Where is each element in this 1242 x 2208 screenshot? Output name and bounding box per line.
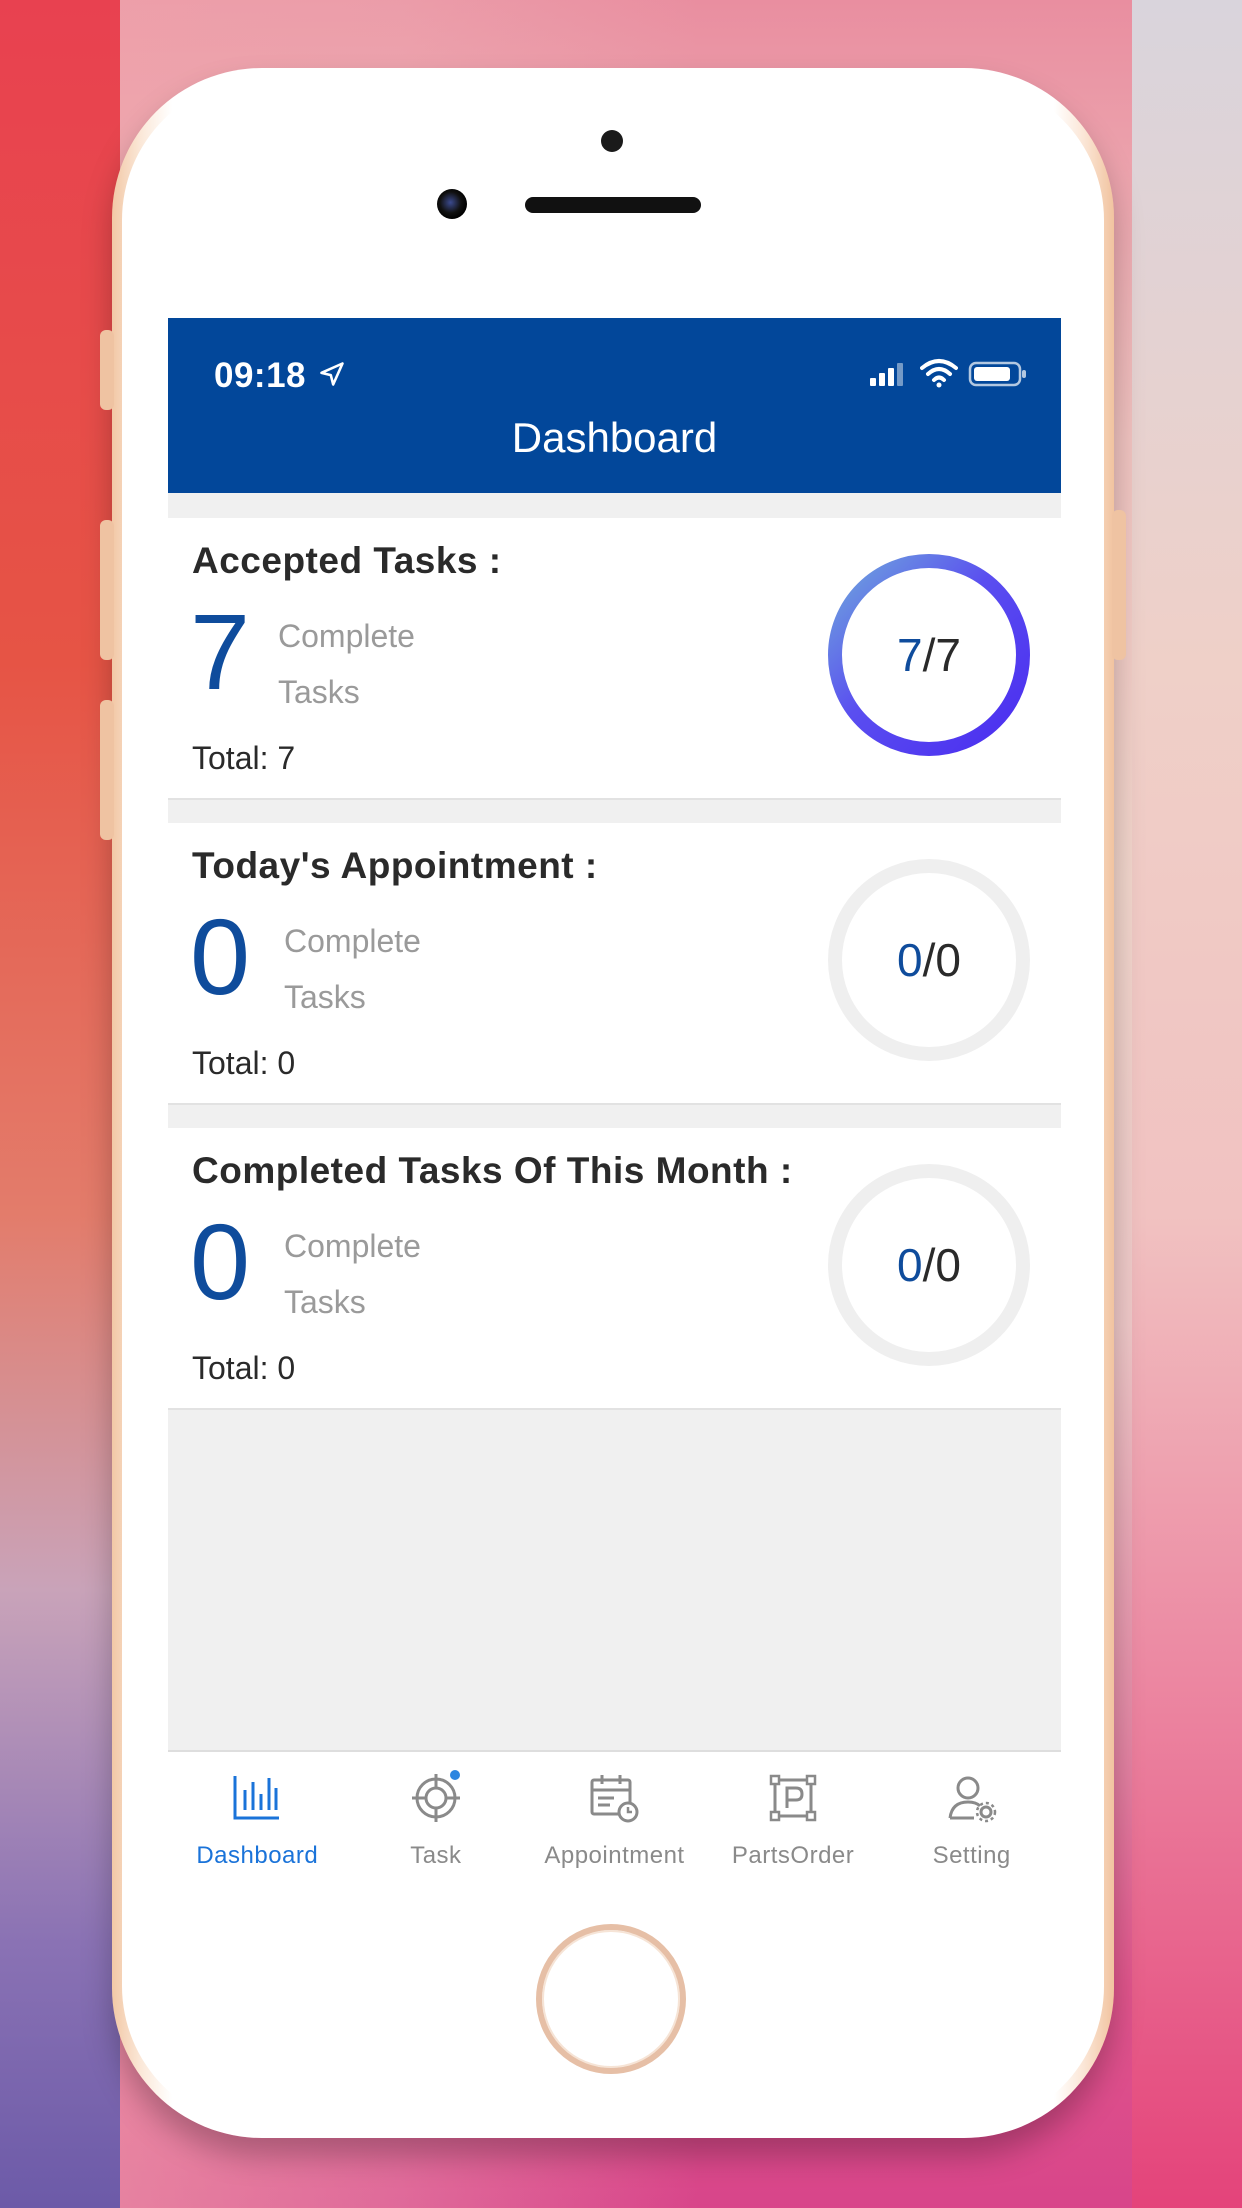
tab-dashboard[interactable]: Dashboard	[168, 1752, 347, 1896]
ring-separator: /	[922, 629, 936, 681]
completed-count: 0	[190, 1201, 251, 1322]
cellular-signal-icon	[870, 363, 903, 386]
tab-appointment[interactable]: Appointment	[525, 1752, 704, 1896]
complete-label-line1: Complete	[284, 923, 421, 959]
background-right-strip	[1132, 0, 1242, 2208]
tab-label: PartsOrder	[731, 1842, 855, 1869]
ring-done: 7	[897, 629, 923, 681]
proximity-sensor	[601, 130, 623, 152]
tab-setting[interactable]: Setting	[882, 1752, 1061, 1896]
phone-mute-switch	[100, 330, 114, 410]
card-title: Today's Appointment :	[192, 845, 598, 886]
bottom-tab-bar: Dashboard Task Appointment PartsOrder Se…	[168, 1750, 1061, 1896]
ring-ratio: 0/0	[824, 1160, 1034, 1370]
total-label: Total: 0	[192, 1350, 296, 1386]
complete-tasks-label: Complete Tasks	[284, 913, 421, 1025]
ring-separator: /	[922, 1239, 936, 1291]
app-screen: 09:18 Dashboard Accepted Tasks : 7 Compl…	[168, 318, 1061, 1896]
tab-label: Appointment	[544, 1842, 685, 1869]
phone-power-button	[1112, 510, 1126, 660]
complete-label-line2: Tasks	[278, 674, 360, 710]
user-gear-icon	[948, 1776, 996, 1823]
todays-appointment-card[interactable]: Today's Appointment : 0 Complete Tasks T…	[168, 823, 1061, 1105]
tab-task[interactable]: Task	[347, 1752, 526, 1896]
location-arrow-icon	[320, 362, 344, 386]
ring-total: 0	[935, 934, 961, 986]
phone-volume-up	[100, 520, 114, 660]
front-camera	[437, 189, 467, 219]
ring-done: 0	[897, 934, 923, 986]
home-button[interactable]	[536, 1924, 686, 2074]
tab-label: Task	[410, 1842, 462, 1869]
parking-box-icon	[769, 1774, 817, 1822]
wifi-icon	[920, 359, 958, 388]
ring-done: 0	[897, 1239, 923, 1291]
complete-label-line1: Complete	[284, 1228, 421, 1264]
calendar-clock-icon	[590, 1775, 639, 1823]
ring-total: 0	[935, 1239, 961, 1291]
completed-count: 7	[190, 591, 251, 712]
complete-label-line2: Tasks	[284, 1284, 366, 1320]
card-title: Completed Tasks Of This Month :	[192, 1150, 793, 1191]
total-label: Total: 0	[192, 1045, 296, 1081]
battery-icon	[968, 361, 1026, 387]
status-time: 09:18	[214, 356, 307, 395]
ring-separator: /	[922, 934, 936, 986]
completed-count: 0	[190, 896, 251, 1017]
phone-volume-down	[100, 700, 114, 840]
earpiece-speaker	[525, 197, 701, 213]
card-title: Accepted Tasks :	[192, 540, 502, 581]
page-title: Dashboard	[511, 414, 718, 461]
header-bar: 09:18 Dashboard	[168, 318, 1061, 493]
bar-chart-icon	[233, 1776, 280, 1820]
accepted-tasks-card[interactable]: Accepted Tasks : 7 Complete Tasks Total:…	[168, 518, 1061, 800]
ring-total: 7	[935, 629, 961, 681]
complete-label-line2: Tasks	[284, 979, 366, 1015]
complete-tasks-label: Complete Tasks	[278, 608, 415, 720]
tab-partsorder[interactable]: PartsOrder	[704, 1752, 883, 1896]
completed-tasks-month-card[interactable]: Completed Tasks Of This Month : 0 Comple…	[168, 1128, 1061, 1410]
tab-label: Dashboard	[196, 1842, 319, 1869]
ring-ratio: 0/0	[824, 855, 1034, 1065]
ring-ratio: 7/7	[824, 550, 1034, 760]
total-label: Total: 7	[192, 740, 296, 776]
complete-tasks-label: Complete Tasks	[284, 1218, 421, 1330]
complete-label-line1: Complete	[278, 618, 415, 654]
tab-label: Setting	[932, 1842, 1011, 1869]
notification-badge-dot	[449, 1770, 460, 1780]
